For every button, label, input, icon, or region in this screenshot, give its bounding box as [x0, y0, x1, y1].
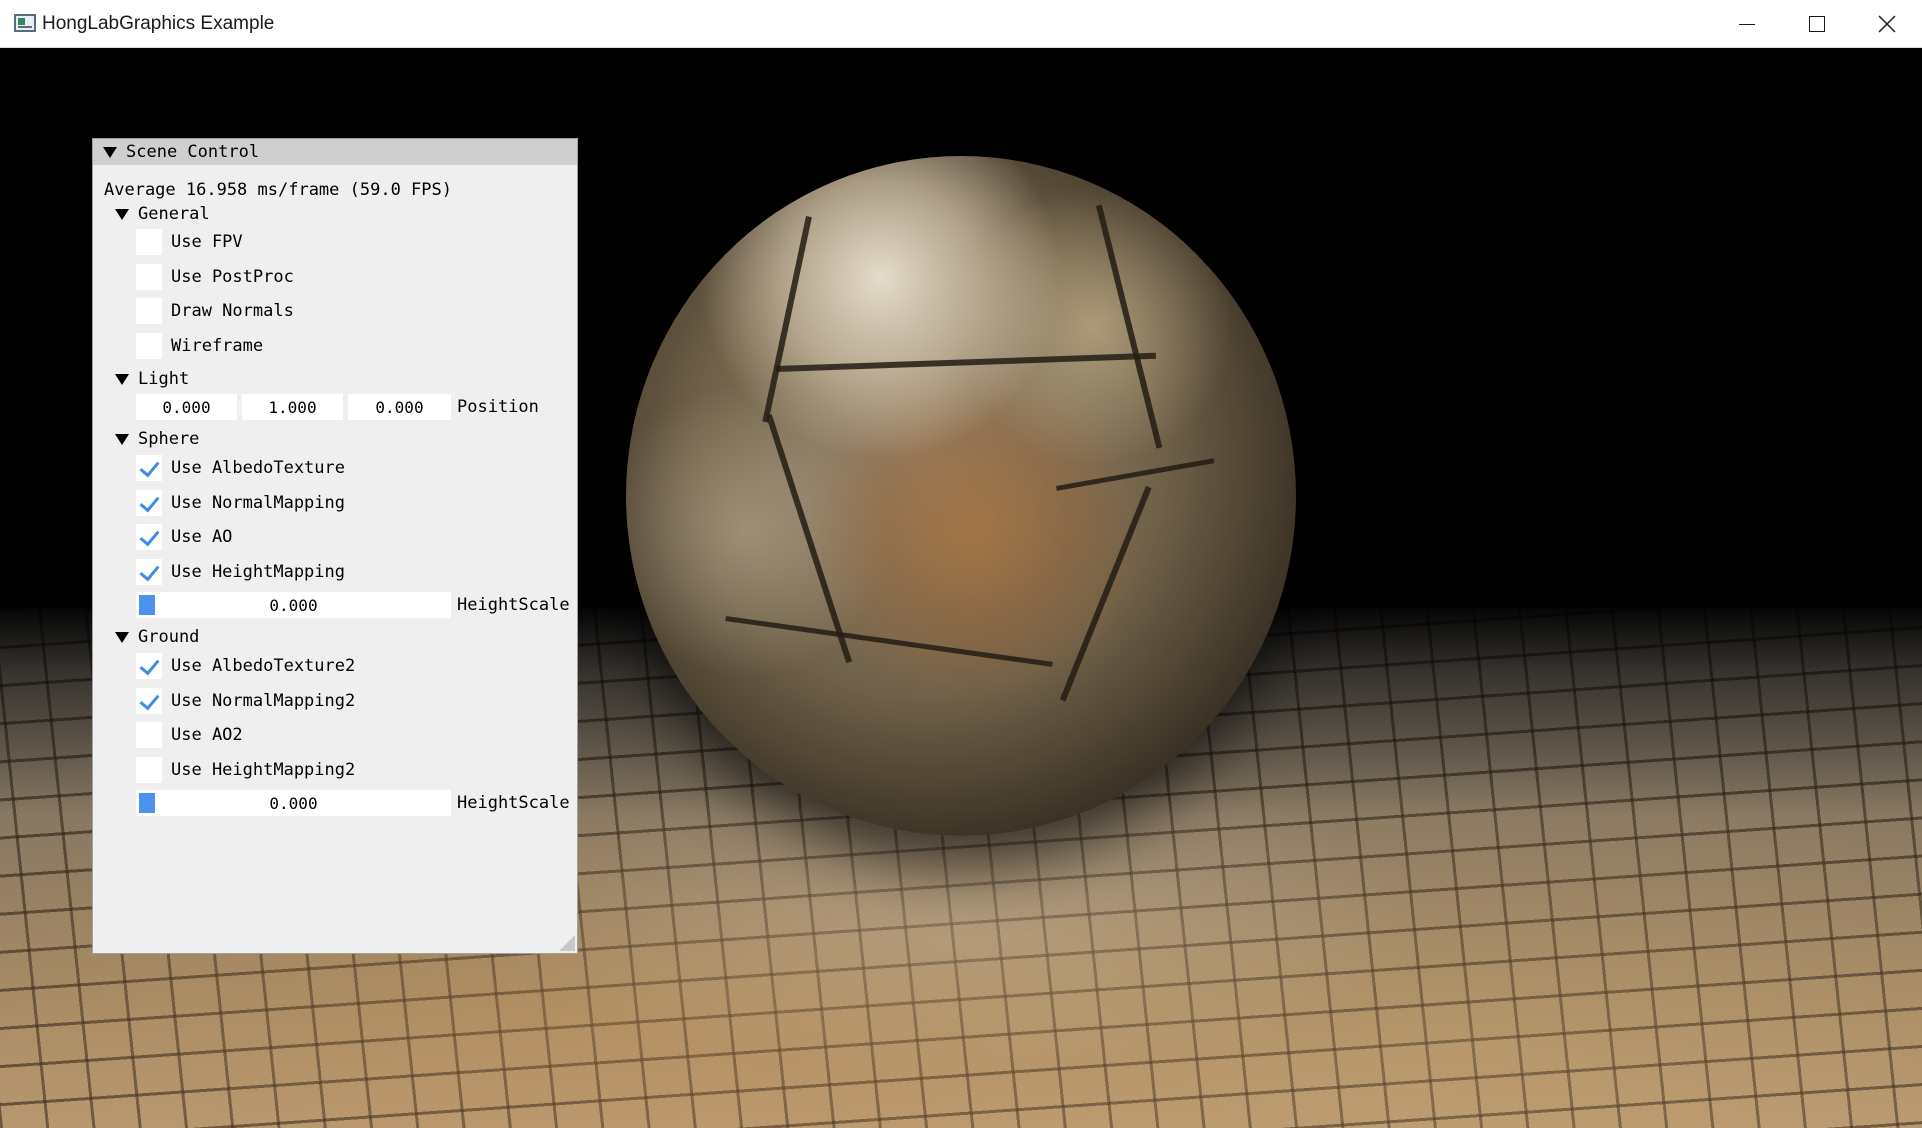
checkbox-label: Use PostProc	[171, 267, 294, 287]
checkbox-label: Wireframe	[171, 336, 264, 356]
drag-value: 1.000	[268, 397, 317, 417]
section-triangle-icon	[115, 208, 129, 220]
light-position-y[interactable]: 1.000	[242, 394, 343, 420]
light-position-z[interactable]: 0.000	[348, 394, 451, 420]
use-ao2-checkbox[interactable]	[136, 722, 162, 748]
use-height-mapping2-checkbox[interactable]	[136, 757, 162, 783]
checkbox-label: Use HeightMapping2	[171, 760, 356, 780]
section-sphere[interactable]: Sphere	[93, 425, 199, 453]
checkbox-label: Use HeightMapping	[171, 562, 345, 582]
window-title: HongLabGraphics Example	[42, 13, 275, 34]
panel-header[interactable]: Scene Control	[93, 139, 577, 165]
checkbox-row[interactable]: Use AlbedoTexture	[93, 454, 345, 482]
slider-grab[interactable]	[139, 595, 155, 615]
checkbox-label: Use AO2	[171, 725, 243, 745]
sphere-height-scale-slider[interactable]: 0.000	[136, 592, 451, 618]
panel-title: Scene Control	[126, 142, 260, 162]
maximize-button[interactable]	[1782, 0, 1852, 48]
resize-grip-icon[interactable]	[559, 935, 575, 951]
checkbox-label: Use NormalMapping2	[171, 691, 356, 711]
use-normal-mapping-checkbox[interactable]	[136, 490, 162, 516]
close-button[interactable]	[1852, 0, 1922, 48]
checkbox-row[interactable]: Use FPV	[93, 228, 243, 256]
use-fpv-checkbox[interactable]	[136, 229, 162, 255]
minimize-icon	[1739, 23, 1755, 25]
maximize-icon	[1809, 16, 1825, 32]
checkbox-row[interactable]: Wireframe	[93, 332, 263, 360]
section-sphere-label: Sphere	[138, 429, 200, 449]
section-triangle-icon	[115, 373, 129, 385]
sphere-height-scale-label: HeightScale	[457, 595, 570, 615]
use-postproc-checkbox[interactable]	[136, 264, 162, 290]
window-titlebar: HongLabGraphics Example	[0, 0, 1922, 48]
stone-sphere	[626, 156, 1296, 836]
use-normal-mapping2-checkbox[interactable]	[136, 688, 162, 714]
section-general[interactable]: General	[93, 200, 210, 228]
checkbox-row[interactable]: Use HeightMapping	[93, 558, 345, 586]
draw-normals-checkbox[interactable]	[136, 298, 162, 324]
checkbox-row[interactable]: Use NormalMapping2	[93, 687, 355, 715]
section-triangle-icon	[115, 631, 129, 643]
drag-value: 0.000	[375, 397, 424, 417]
minimize-button[interactable]	[1712, 0, 1782, 48]
use-albedo-texture2-checkbox[interactable]	[136, 653, 162, 679]
use-albedo-texture-checkbox[interactable]	[136, 455, 162, 481]
drag-value: 0.000	[162, 397, 211, 417]
wireframe-checkbox[interactable]	[136, 333, 162, 359]
checkbox-row[interactable]: Use AlbedoTexture2	[93, 652, 355, 680]
collapse-triangle-icon[interactable]	[103, 146, 117, 158]
section-light[interactable]: Light	[93, 365, 189, 393]
checkbox-label: Use AlbedoTexture	[171, 458, 345, 478]
use-height-mapping-checkbox[interactable]	[136, 559, 162, 585]
section-ground-label: Ground	[138, 627, 200, 647]
checkbox-row[interactable]: Draw Normals	[93, 297, 294, 325]
checkbox-row[interactable]: Use PostProc	[93, 263, 294, 291]
close-icon	[1878, 15, 1896, 33]
checkbox-row[interactable]: Use AO2	[93, 721, 243, 749]
slider-grab[interactable]	[139, 793, 155, 813]
section-triangle-icon	[115, 433, 129, 445]
checkbox-row[interactable]: Use HeightMapping2	[93, 756, 355, 784]
slider-value: 0.000	[269, 793, 318, 813]
checkbox-label: Use AlbedoTexture2	[171, 656, 356, 676]
light-position-x[interactable]: 0.000	[136, 394, 237, 420]
ground-height-scale-label: HeightScale	[457, 793, 570, 813]
checkbox-label: Use AO	[171, 527, 233, 547]
section-ground[interactable]: Ground	[93, 623, 199, 651]
section-light-label: Light	[138, 369, 190, 389]
app-icon	[14, 14, 36, 32]
checkbox-label: Use FPV	[171, 232, 243, 252]
ground-height-scale-slider[interactable]: 0.000	[136, 790, 451, 816]
checkbox-row[interactable]: Use AO	[93, 523, 232, 551]
checkbox-label: Use NormalMapping	[171, 493, 345, 513]
use-ao-checkbox[interactable]	[136, 524, 162, 550]
checkbox-label: Draw Normals	[171, 301, 294, 321]
slider-value: 0.000	[269, 595, 318, 615]
scene-control-panel[interactable]: Scene Control Average 16.958 ms/frame (5…	[92, 138, 578, 954]
light-position-label: Position	[457, 397, 539, 417]
section-general-label: General	[138, 204, 210, 224]
checkbox-row[interactable]: Use NormalMapping	[93, 489, 345, 517]
